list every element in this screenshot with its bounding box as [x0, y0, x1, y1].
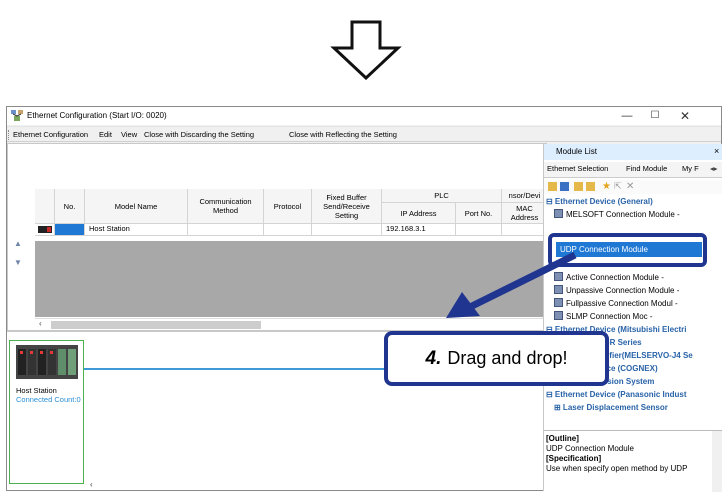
spec-text: Use when specify open method by UDP — [546, 464, 688, 473]
tree-ethernet-panasonic[interactable]: ⊟ Ethernet Device (Panasonic Indust — [546, 389, 722, 401]
row-mac-cell[interactable] — [502, 224, 548, 236]
delete-icon[interactable]: ✕ — [626, 182, 635, 192]
row-protocol-cell[interactable] — [264, 224, 312, 236]
module-list-title-bar: Module List × — [544, 144, 722, 160]
tree-item-label: Fullpassive Connection Modul — [566, 299, 673, 308]
row-port-cell[interactable] — [456, 224, 502, 236]
host-station-card[interactable]: Host Station Connected Count:0 — [9, 340, 84, 484]
menu-view[interactable]: View — [121, 130, 137, 139]
col-header-no: No. — [55, 189, 85, 224]
connected-count-label: Connected Count:0 — [16, 395, 81, 404]
outline-pane: [Outline] UDP Connection Module [Specifi… — [544, 430, 722, 492]
instruction-callout: 4. Drag and drop! — [384, 331, 609, 386]
row-station-icon — [35, 224, 55, 236]
outline-module-name: UDP Connection Module — [546, 444, 634, 453]
plc-rack-icon — [16, 345, 78, 379]
panel-close-icon[interactable]: × — [714, 146, 719, 156]
window-title: Ethernet Configuration (Start I/O: 0020) — [27, 111, 167, 120]
expand-icon[interactable] — [574, 182, 583, 191]
tab-find-module[interactable]: Find Module — [626, 164, 667, 173]
tab-my-favorites[interactable]: My F — [682, 164, 699, 173]
menu-edit[interactable]: Edit — [99, 130, 112, 139]
tab-scroll-icon[interactable]: ◂▸ — [710, 164, 718, 173]
tree-item-suffix: - — [676, 286, 680, 295]
tree-item-suffix: - — [677, 210, 680, 219]
outline-heading: [Outline] — [546, 434, 579, 443]
tree-item-suffix: - — [661, 273, 664, 282]
col-header-sensor: nsor/Devi — [502, 189, 548, 203]
col-header-model: Model Name — [85, 189, 188, 224]
spec-heading: [Specification] — [546, 454, 602, 463]
move-up-icon[interactable]: ▲ — [13, 239, 23, 249]
tree-melsoft-connection[interactable]: MELSOFT Connection Module - — [546, 209, 722, 221]
module-list-tabs: Ethernet Selection Find Module My F ◂▸ — [544, 162, 722, 178]
row-no-cell[interactable] — [55, 224, 85, 236]
tab-ethernet-selection[interactable]: Ethernet Selection — [547, 164, 608, 173]
down-arrow-icon — [330, 20, 402, 80]
maximize-button[interactable]: ☐ — [647, 108, 663, 124]
menu-close-discarding[interactable]: Close with Discarding the Setting — [144, 130, 254, 139]
col-header-ip: IP Address — [382, 203, 456, 224]
col-header-comm: Communication Method — [188, 189, 264, 224]
star-icon[interactable]: ★ — [602, 182, 611, 192]
close-window-button[interactable]: ✕ — [677, 108, 693, 124]
col-header-fixed-buffer: Fixed Buffer Send/Receive Setting — [312, 189, 382, 224]
host-station-label: Host Station — [16, 386, 57, 395]
menu-grip — [8, 130, 10, 140]
col-header-plc: PLC — [382, 189, 502, 203]
module-list-title: Module List — [556, 147, 597, 156]
row-ip-cell[interactable]: 192.168.3.1 — [382, 224, 456, 236]
tree-item-suffix: - — [674, 299, 678, 308]
sort-desc-icon[interactable] — [560, 182, 569, 191]
drag-arrow-icon — [446, 251, 577, 318]
minimize-button[interactable]: — — [619, 108, 635, 124]
row-model-cell[interactable]: Host Station — [85, 224, 188, 236]
sort-icon[interactable] — [548, 182, 557, 191]
menu-bar: Ethernet Configuration Edit View Close w… — [7, 126, 721, 142]
module-list-toolbar: ★ ⇱ ✕ — [544, 180, 722, 194]
module-icon — [554, 209, 563, 218]
col-header-protocol: Protocol — [264, 189, 312, 224]
step-number: 4. — [425, 347, 442, 369]
tree-ethernet-general[interactable]: ⊟ Ethernet Device (General) — [546, 196, 722, 208]
callout-content: 4. Drag and drop! — [388, 335, 605, 382]
row-comm-cell[interactable] — [188, 224, 264, 236]
plc-station-icon — [38, 226, 52, 233]
tree-laser-sensor[interactable]: ⊞ Laser Displacement Sensor — [546, 402, 722, 414]
row-fixed-cell[interactable] — [312, 224, 382, 236]
callout-text: Drag and drop! — [447, 348, 568, 368]
col-header-blank — [35, 189, 55, 224]
tree-item-label: MELSOFT Connection Module — [566, 210, 675, 219]
network-config-icon — [11, 110, 23, 121]
tree-item-label: Unpassive Connection Module — [566, 286, 675, 295]
title-bar: Ethernet Configuration (Start I/O: 0020)… — [7, 107, 721, 125]
export-icon[interactable]: ⇱ — [614, 182, 623, 191]
net-scroll-left-icon[interactable]: ‹ — [90, 480, 93, 489]
tree-item-suffix: - — [649, 312, 653, 321]
scroll-thumb[interactable] — [51, 321, 261, 329]
outline-scrollbar[interactable] — [712, 431, 722, 492]
col-header-port: Port No. — [456, 203, 502, 224]
collapse-icon[interactable] — [586, 182, 595, 191]
menu-close-reflecting[interactable]: Close with Reflecting the Setting — [289, 130, 397, 139]
menu-ethernet-configuration[interactable]: Ethernet Configuration — [13, 130, 88, 139]
scroll-left-icon[interactable]: ‹ — [39, 319, 42, 328]
col-header-mac: MAC Address — [502, 203, 548, 224]
move-down-icon[interactable]: ▼ — [13, 258, 23, 268]
